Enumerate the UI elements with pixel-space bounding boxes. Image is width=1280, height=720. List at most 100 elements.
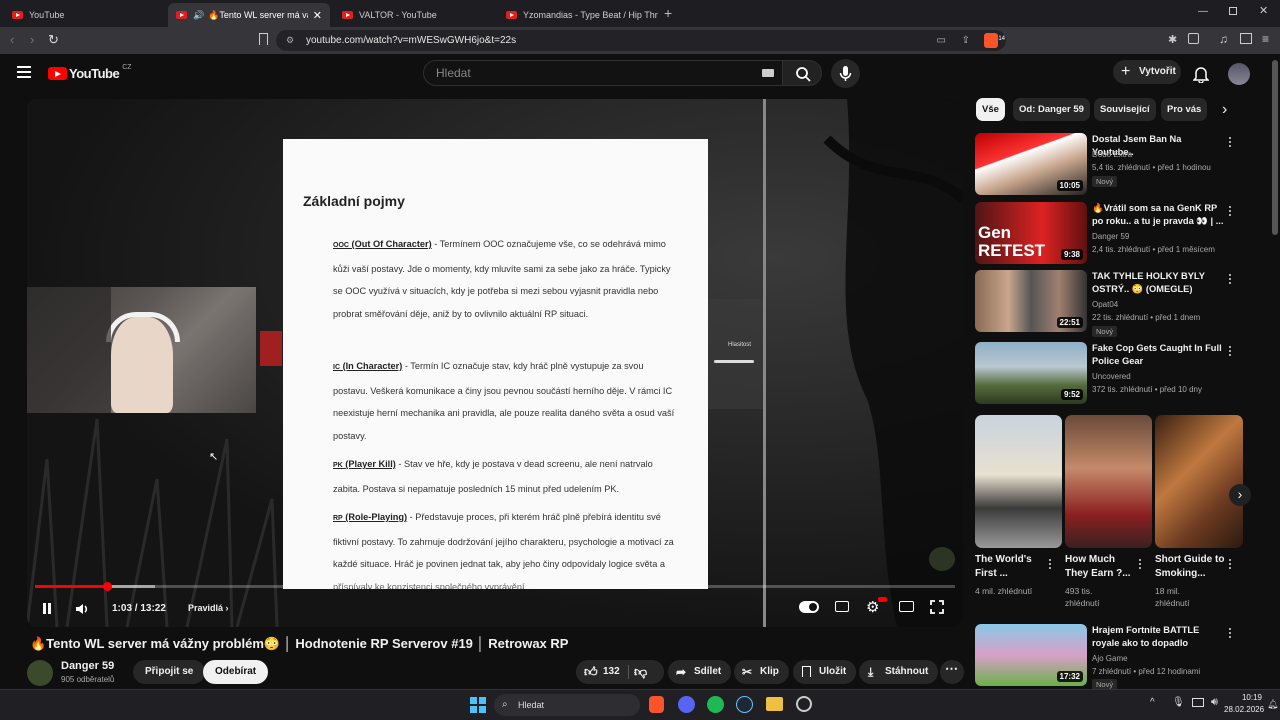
short-title[interactable]: Short Guide to Smoking... bbox=[1155, 553, 1225, 581]
menu-icon[interactable]: ≡ bbox=[1262, 32, 1269, 46]
thumbs-down-icon[interactable]: 👎︎ bbox=[634, 660, 647, 684]
recommended-video[interactable]: 10:05 Dostal Jsem Ban Na Youtube.. Dodo … bbox=[975, 133, 1235, 195]
video-title[interactable]: Fake Cop Gets Caught In Full Police Gear bbox=[1092, 342, 1225, 368]
video-thumbnail[interactable]: 17:32 bbox=[975, 624, 1087, 686]
clock-time[interactable]: 10:19 bbox=[1232, 693, 1262, 702]
maximize-icon[interactable] bbox=[1229, 7, 1237, 15]
spotify-app-icon[interactable] bbox=[707, 696, 724, 713]
channel-name[interactable]: Ajo Game bbox=[1092, 654, 1128, 663]
discord-app-icon[interactable] bbox=[678, 696, 695, 713]
tab-youtube[interactable]: YouTube bbox=[4, 3, 164, 27]
voice-search-button[interactable] bbox=[831, 59, 860, 88]
tab-current-video[interactable]: 🔊 🔥Tento WL server má vážny ✕ bbox=[168, 3, 330, 27]
chip-related[interactable]: Související bbox=[1094, 98, 1156, 121]
file-explorer-icon[interactable] bbox=[766, 697, 783, 711]
pause-icon[interactable] bbox=[43, 603, 46, 614]
save-button[interactable]: Uložit bbox=[793, 660, 857, 684]
more-vertical-icon[interactable] bbox=[1225, 344, 1235, 358]
share-button[interactable]: ➦ Sdílet bbox=[668, 660, 732, 684]
short-title[interactable]: How Much They Earn ?... bbox=[1065, 553, 1135, 581]
clock-date[interactable]: 28.02.2026 bbox=[1224, 705, 1264, 714]
address-bar[interactable]: ⚙ youtube.com/watch?v=mWESwGWH6jo&t=22s … bbox=[276, 30, 1006, 51]
notifications-bell-icon[interactable] bbox=[1193, 65, 1209, 83]
like-button[interactable]: 👍︎ 132 bbox=[576, 660, 628, 684]
subtitles-icon[interactable] bbox=[835, 601, 849, 612]
search-button[interactable] bbox=[782, 60, 822, 86]
taskbar-search[interactable]: ⌕ Hledat bbox=[494, 694, 640, 716]
tray-chevron-icon[interactable]: ^ bbox=[1150, 697, 1155, 708]
brave-shields-icon[interactable] bbox=[984, 33, 998, 48]
minimize-icon[interactable]: — bbox=[1198, 6, 1208, 17]
cast-icon[interactable]: ▭ bbox=[937, 30, 946, 51]
back-icon[interactable]: ‹ bbox=[10, 32, 14, 47]
channel-watermark-icon[interactable] bbox=[929, 547, 955, 571]
more-vertical-icon[interactable] bbox=[1045, 557, 1055, 573]
channel-avatar[interactable] bbox=[27, 660, 53, 686]
join-button[interactable]: Připojit se bbox=[133, 660, 206, 684]
sidebar-toggle-icon[interactable] bbox=[1240, 33, 1252, 44]
close-window-icon[interactable]: ✕ bbox=[1259, 4, 1268, 17]
recommended-video[interactable]: 17:32 Hrajem Fortnite BATTLE royale ako … bbox=[975, 624, 1235, 690]
fullscreen-icon[interactable] bbox=[930, 600, 944, 614]
brave-app-icon[interactable] bbox=[649, 696, 664, 713]
steam-app-icon[interactable] bbox=[736, 696, 753, 713]
chip-from-channel[interactable]: Od: Danger 59 bbox=[1013, 98, 1090, 121]
youtube-logo[interactable]: YouTube CZ bbox=[48, 64, 132, 81]
new-tab-icon[interactable]: + bbox=[664, 5, 672, 21]
video-thumbnail[interactable]: 10:05 bbox=[975, 133, 1087, 195]
chapter-button[interactable]: Pravidlá › bbox=[188, 603, 229, 613]
video-thumbnail[interactable]: Gen RETEST 9:38 bbox=[975, 202, 1087, 264]
clip-button[interactable]: ✂ Klip bbox=[734, 660, 789, 684]
more-vertical-icon[interactable] bbox=[1225, 135, 1235, 149]
recommended-video[interactable]: Gen RETEST 9:38 🔥Vrátil som sa na GenK RP… bbox=[975, 202, 1235, 264]
bookmark-icon[interactable] bbox=[259, 33, 268, 45]
page-scrollbar[interactable] bbox=[1272, 60, 1278, 235]
download-button[interactable]: ⤓ Stáhnout bbox=[859, 660, 939, 684]
more-vertical-icon[interactable] bbox=[1225, 557, 1235, 573]
wallet-icon[interactable] bbox=[1188, 33, 1199, 44]
short-thumbnail[interactable] bbox=[975, 415, 1062, 548]
video-title[interactable]: 🔥Vrátil som sa na GenK RP po roku.. a tu… bbox=[1092, 202, 1225, 228]
channel-name[interactable]: Dodo Extra bbox=[1092, 150, 1132, 159]
hamburger-menu-icon[interactable] bbox=[17, 66, 31, 78]
more-vertical-icon[interactable] bbox=[1225, 626, 1235, 640]
microphone-tray-icon[interactable]: 🎙︎ bbox=[1172, 697, 1185, 708]
notification-center-icon[interactable]: 🔔︎ bbox=[1267, 699, 1278, 710]
create-button[interactable]: + Vytvořit bbox=[1113, 60, 1181, 84]
video-title[interactable]: Hrajem Fortnite BATTLE royale ako to dop… bbox=[1092, 624, 1225, 650]
progress-bar[interactable] bbox=[35, 582, 955, 591]
scrubber-handle[interactable] bbox=[102, 582, 112, 591]
video-thumbnail[interactable]: 9:52 bbox=[975, 342, 1087, 404]
account-avatar[interactable] bbox=[1228, 63, 1250, 85]
short-thumbnail[interactable] bbox=[1065, 415, 1152, 548]
more-vertical-icon[interactable] bbox=[1135, 557, 1145, 573]
autoplay-toggle[interactable] bbox=[799, 601, 819, 613]
short-title[interactable]: The World's First ... bbox=[975, 553, 1045, 581]
keyboard-icon[interactable] bbox=[762, 69, 774, 77]
more-vertical-icon[interactable] bbox=[1225, 272, 1235, 286]
extensions-icon[interactable]: ✱ bbox=[1168, 33, 1177, 46]
volume-level-bar[interactable] bbox=[714, 360, 754, 363]
speaker-icon[interactable]: 🔊 bbox=[193, 10, 204, 21]
recommended-video[interactable]: 22:51 TAK TYHLE HOLKY BYLY OSTRÝ.. 😳 (OM… bbox=[975, 270, 1235, 337]
tab-valtor[interactable]: VALTOR - YouTube bbox=[334, 3, 494, 27]
channel-name[interactable]: Opat04 bbox=[1092, 300, 1118, 309]
video-player[interactable]: Základní pojmy OOC (Out Of Character) - … bbox=[27, 99, 963, 627]
volume-icon[interactable] bbox=[74, 601, 90, 617]
forward-icon[interactable]: › bbox=[30, 32, 34, 47]
channel-name[interactable]: Uncovered bbox=[1092, 372, 1131, 381]
speaker-tray-icon[interactable]: 🔊︎ bbox=[1211, 696, 1218, 709]
subscribe-button[interactable]: Odebírat bbox=[203, 660, 269, 684]
app-icon[interactable] bbox=[796, 696, 812, 712]
chip-for-you[interactable]: Pro vás bbox=[1161, 98, 1208, 121]
tab-yzomandias[interactable]: Yzomandias - Type Beat / Hip Thrust bbox=[498, 3, 658, 27]
site-info-icon[interactable]: ⚙ bbox=[286, 30, 294, 51]
video-thumbnail[interactable]: 22:51 bbox=[975, 270, 1087, 332]
network-icon[interactable] bbox=[1192, 698, 1204, 707]
chip-all[interactable]: Vše bbox=[976, 98, 1005, 121]
windows-start-icon[interactable] bbox=[470, 697, 486, 713]
more-vertical-icon[interactable] bbox=[1225, 204, 1235, 218]
video-title[interactable]: TAK TYHLE HOLKY BYLY OSTRÝ.. 😳 (OMEGLE) bbox=[1092, 270, 1225, 296]
miniplayer-icon[interactable] bbox=[899, 601, 914, 612]
reload-icon[interactable]: ↻ bbox=[48, 32, 59, 48]
